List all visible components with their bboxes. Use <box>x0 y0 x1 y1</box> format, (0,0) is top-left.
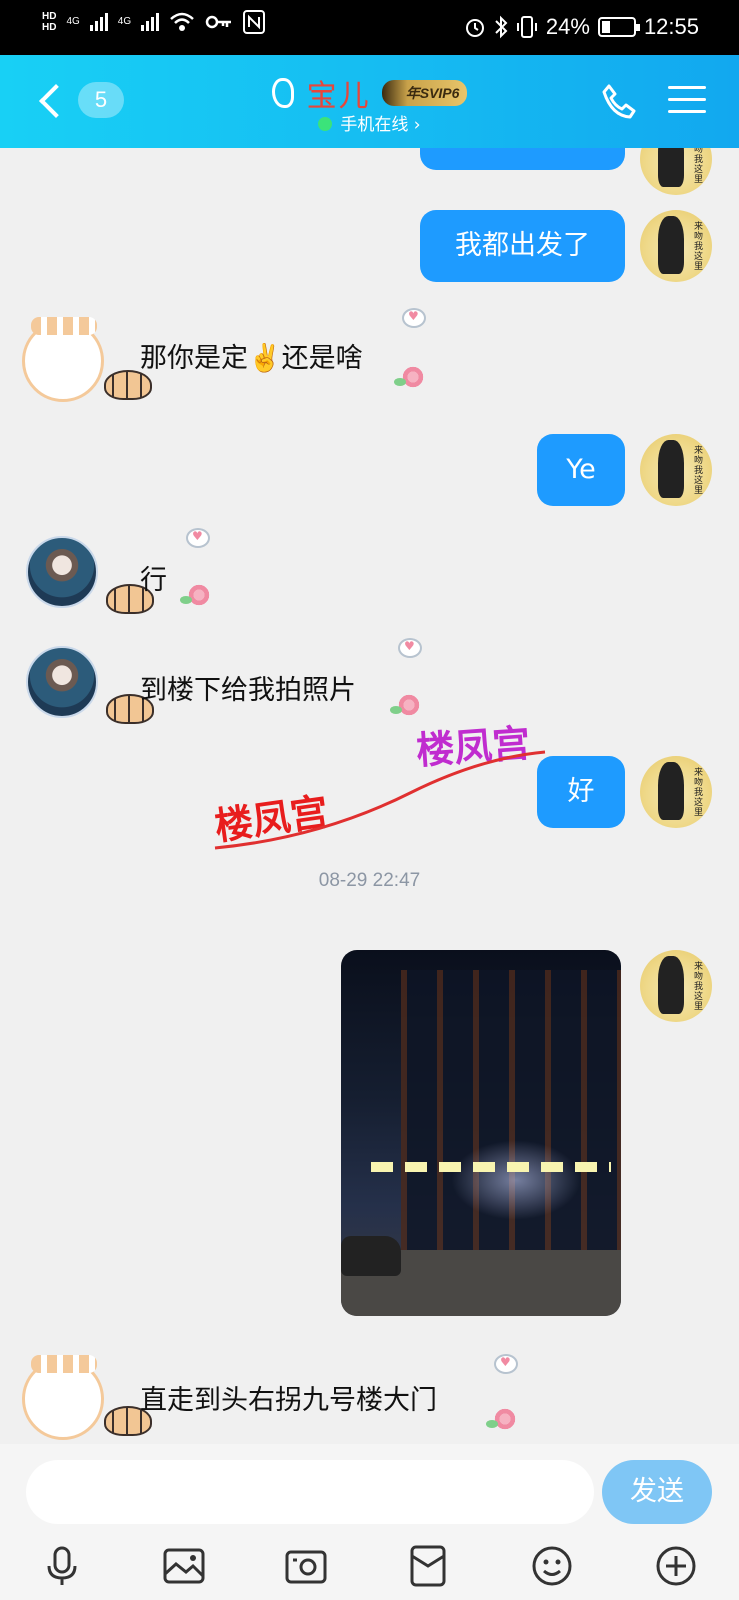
photo-building <box>401 970 621 1290</box>
plus-circle-icon <box>656 1546 696 1586</box>
input-bar: 发送 <box>0 1444 739 1600</box>
contact-name[interactable]: 宝儿 <box>307 71 371 115</box>
photo-car <box>341 1236 401 1276</box>
online-dot-icon <box>318 117 333 131</box>
emoji-button[interactable] <box>530 1544 574 1588</box>
red-packet-icon <box>410 1545 446 1587</box>
signal-icon-2 <box>141 13 160 31</box>
message-bubble[interactable]: Ye <box>537 434 625 506</box>
online-status-text: 手机在线 › <box>340 115 421 135</box>
more-button[interactable] <box>654 1544 698 1588</box>
message-timestamp: 08-29 22:47 <box>318 870 421 891</box>
bluetooth-icon <box>495 15 508 39</box>
photo-lights <box>371 1162 611 1172</box>
wifi-icon <box>170 12 194 31</box>
my-avatar[interactable] <box>640 210 712 282</box>
message-bubble[interactable]: 好 <box>537 756 625 828</box>
image-icon <box>163 1548 205 1584</box>
flower-decoration-icon <box>390 692 422 718</box>
message-bubble[interactable]: 我都出发了 <box>420 210 625 282</box>
status-left: HD HD 4G 4G <box>42 10 266 34</box>
photo-message[interactable] <box>341 950 621 1316</box>
menu-button[interactable] <box>668 86 706 116</box>
heart-bubble-icon <box>402 308 426 328</box>
my-avatar[interactable] <box>640 434 712 506</box>
heart-bubble-icon <box>398 638 422 658</box>
status-right: 24% 12:55 <box>464 14 699 40</box>
photo-glow <box>451 1140 581 1220</box>
heart-bubble-icon <box>494 1354 518 1374</box>
message-text[interactable]: 到楼下给我拍照片 <box>140 668 356 707</box>
message-text[interactable]: 那你是定✌️还是啥 <box>140 336 363 375</box>
contact-avatar-tiger[interactable] <box>22 317 104 402</box>
message-text[interactable]: 直走到头右拐九号楼大门 <box>140 1378 437 1417</box>
voice-button[interactable] <box>40 1544 84 1588</box>
message-text: Ye <box>566 454 596 485</box>
contact-avatar-photo[interactable] <box>26 536 98 608</box>
signal-icon <box>89 13 108 31</box>
contact-avatar-photo[interactable] <box>26 646 98 718</box>
phone-call-button[interactable] <box>600 82 644 126</box>
message-bubble-partial[interactable] <box>420 148 625 170</box>
send-button[interactable]: 发送 <box>602 1460 712 1524</box>
my-avatar[interactable] <box>640 756 712 828</box>
battery-percent: 24% <box>545 14 590 39</box>
my-avatar[interactable] <box>640 950 712 1022</box>
message-input[interactable] <box>26 1460 594 1524</box>
message-text: 好 <box>567 776 595 807</box>
network-type-1: 4G <box>66 16 80 27</box>
flower-decoration-icon <box>486 1406 518 1432</box>
image-button[interactable] <box>162 1544 206 1588</box>
alarm-icon <box>465 19 484 37</box>
status-bar: HD HD 4G 4G 24% 12:55 <box>0 0 739 55</box>
key-icon <box>205 15 232 29</box>
chat-area[interactable]: 我都出发了 那你是定✌️还是啥 Ye 行 到楼下给我拍照片 楼凤宫 楼凤宫 好 … <box>0 148 739 1444</box>
hd1-label: HD <box>42 11 57 22</box>
battery-icon <box>597 17 640 37</box>
vibrate-icon <box>516 16 537 38</box>
svip-badge: 年SVIP6 <box>381 80 468 106</box>
contact-avatar-tiger[interactable] <box>22 1355 104 1440</box>
nfc-icon <box>243 10 266 34</box>
message-text[interactable]: 行 <box>140 558 167 597</box>
my-avatar[interactable] <box>640 148 712 195</box>
ear-icon[interactable] <box>271 78 294 108</box>
camera-button[interactable] <box>284 1544 328 1588</box>
clock: 12:55 <box>643 14 699 39</box>
heart-bubble-icon <box>186 528 210 548</box>
watermark-curve <box>214 750 546 850</box>
phone-icon <box>602 84 636 119</box>
hd-indicators: HD HD <box>42 11 56 33</box>
hd2-label: HD <box>42 22 57 33</box>
message-text: 我都出发了 <box>455 230 590 261</box>
red-packet-button[interactable] <box>406 1544 450 1588</box>
microphone-icon <box>47 1546 77 1585</box>
smiley-icon <box>532 1546 572 1586</box>
flower-decoration-icon <box>180 582 212 608</box>
camera-icon <box>285 1550 327 1584</box>
network-type-2: 4G <box>117 16 132 27</box>
flower-decoration-icon <box>394 364 426 390</box>
